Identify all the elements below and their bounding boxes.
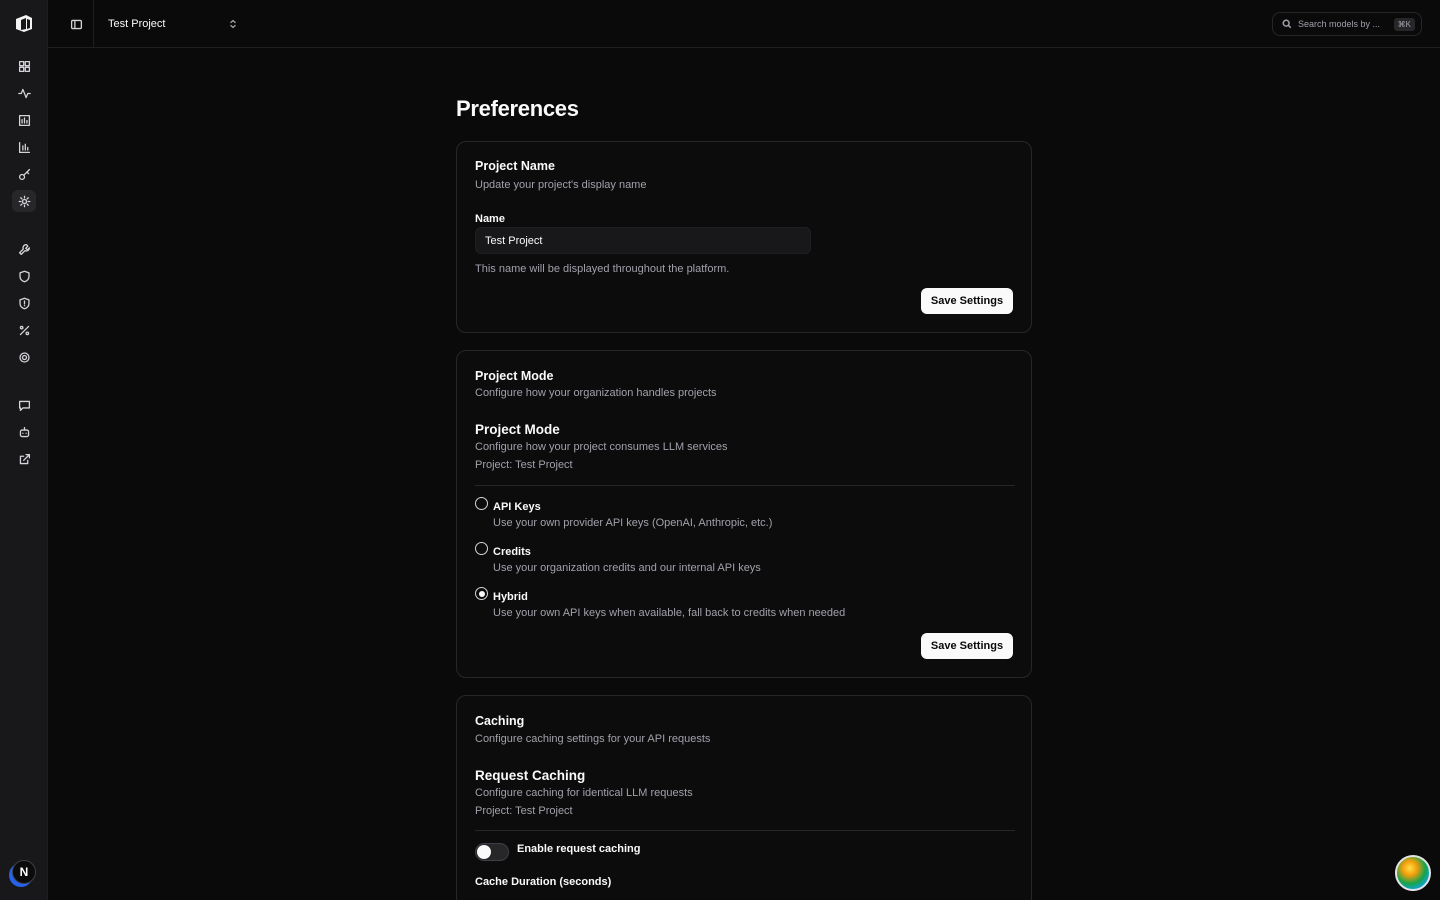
caching-card: Caching Configure caching settings for y…: [456, 695, 1032, 900]
radio-api-keys-description: Use your own provider API keys (OpenAI, …: [493, 517, 773, 529]
chevrons-up-down-icon: [230, 19, 236, 29]
radio-hybrid-label: Hybrid: [493, 591, 528, 603]
page-title: Preferences: [456, 96, 579, 121]
percent-icon[interactable]: [12, 319, 36, 341]
radio-credits[interactable]: [475, 542, 488, 555]
search-icon: [1282, 19, 1292, 29]
radio-credits-description: Use your organization credits and our in…: [493, 562, 761, 574]
radio-hybrid-description: Use your own API keys when available, fa…: [493, 607, 846, 619]
divider: [475, 830, 1015, 831]
radio-api-keys[interactable]: [475, 497, 488, 510]
avatar[interactable]: N: [12, 860, 36, 884]
name-field-label: Name: [475, 213, 505, 225]
project-mode-section-title: Project Mode: [475, 422, 560, 437]
chat-widget-button[interactable]: [1395, 855, 1431, 891]
external-link-icon[interactable]: [12, 448, 36, 470]
project-mode-project-line: Project: Test Project: [475, 459, 573, 471]
search-shortcut: ⌘K: [1393, 17, 1415, 31]
chart-icon[interactable]: [12, 136, 36, 158]
sidebar-toggle-button[interactable]: [66, 14, 86, 34]
shield-icon[interactable]: [12, 265, 36, 287]
bot-icon[interactable]: [12, 421, 36, 443]
save-project-mode-button[interactable]: Save Settings: [921, 633, 1013, 659]
name-field-helper: This name will be displayed throughout t…: [475, 263, 730, 275]
settings-icon[interactable]: [12, 190, 36, 212]
project-mode-card-title: Project Mode: [475, 369, 554, 383]
radio-api-keys-label: API Keys: [493, 501, 541, 513]
project-name-card-title: Project Name: [475, 159, 555, 173]
request-caching-description: Configure caching for identical LLM requ…: [475, 787, 693, 799]
logo-icon[interactable]: [14, 13, 34, 33]
radio-credits-label: Credits: [493, 546, 531, 558]
radio-hybrid[interactable]: [475, 587, 488, 600]
dashboard-icon[interactable]: [12, 55, 36, 77]
shield-alert-icon[interactable]: [12, 292, 36, 314]
wrench-icon[interactable]: [12, 238, 36, 260]
divider: [475, 485, 1015, 486]
bar-chart-icon[interactable]: [12, 109, 36, 131]
project-name-card: Project Name Update your project's displ…: [456, 141, 1032, 333]
project-mode-card-description: Configure how your organization handles …: [475, 387, 717, 399]
key-icon[interactable]: [12, 163, 36, 185]
project-name-input[interactable]: [475, 227, 811, 254]
gear-icon[interactable]: [12, 346, 36, 368]
search-input[interactable]: Search models by ... ⌘K: [1272, 12, 1422, 36]
cache-duration-label: Cache Duration (seconds): [475, 876, 612, 888]
project-mode-section-description: Configure how your project consumes LLM …: [475, 441, 728, 453]
caching-project-line: Project: Test Project: [475, 805, 573, 817]
topbar: Test Project Search models by ... ⌘K: [48, 0, 1440, 48]
message-icon[interactable]: [12, 394, 36, 416]
search-placeholder: Search models by ...: [1298, 19, 1381, 29]
request-caching-title: Request Caching: [475, 768, 586, 783]
activity-icon[interactable]: [12, 82, 36, 104]
project-selector[interactable]: Test Project: [108, 12, 238, 36]
project-mode-card: Project Mode Configure how your organiza…: [456, 350, 1032, 678]
topbar-divider: [93, 0, 94, 48]
enable-caching-toggle[interactable]: [475, 843, 509, 861]
project-name-card-description: Update your project's display name: [475, 179, 647, 191]
sidebar: N: [0, 0, 48, 900]
avatar-initial: N: [19, 865, 29, 879]
caching-card-title: Caching: [475, 714, 525, 728]
caching-card-description: Configure caching settings for your API …: [475, 733, 711, 745]
enable-caching-label: Enable request caching: [517, 843, 641, 855]
sidebar-toggle-icon: [70, 19, 82, 29]
save-project-name-button[interactable]: Save Settings: [921, 288, 1013, 314]
project-selector-label: Test Project: [108, 18, 166, 30]
